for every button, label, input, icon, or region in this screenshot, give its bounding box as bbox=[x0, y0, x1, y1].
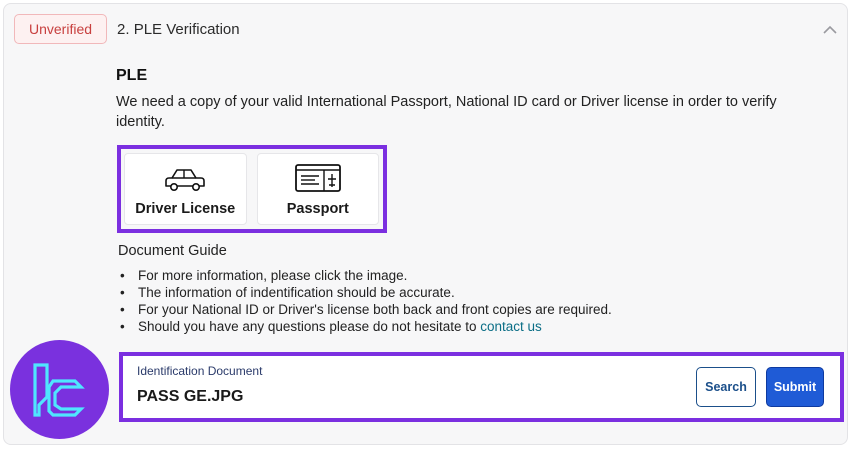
step-header[interactable]: Unverified 2. PLE Verification bbox=[14, 14, 844, 44]
passport-label: Passport bbox=[286, 201, 349, 217]
list-item: For more information, please click the i… bbox=[120, 267, 820, 284]
document-guide-title: Document Guide bbox=[118, 243, 227, 259]
submit-button[interactable]: Submit bbox=[766, 367, 824, 407]
contact-text: Should you have any questions please do … bbox=[138, 319, 481, 334]
list-item: Should you have any questions please do … bbox=[120, 318, 820, 335]
list-item: For your National ID or Driver's license… bbox=[120, 301, 820, 318]
chevron-up-icon[interactable] bbox=[820, 20, 840, 40]
document-guide-list: For more information, please click the i… bbox=[120, 267, 820, 335]
step-title: 2. PLE Verification bbox=[117, 20, 240, 38]
section-title: PLE bbox=[116, 67, 148, 84]
contact-us-link[interactable]: contact us bbox=[480, 319, 542, 334]
upload-file-name: PASS GE.JPG bbox=[137, 388, 244, 405]
identification-document-field[interactable]: Identification Document PASS GE.JPG Sear… bbox=[119, 352, 844, 422]
driver-license-option[interactable]: Driver License bbox=[124, 153, 247, 225]
brand-logo bbox=[10, 340, 109, 439]
section-description: We need a copy of your valid Internation… bbox=[116, 94, 777, 130]
car-icon bbox=[165, 169, 206, 191]
document-type-selector: Driver License Passport bbox=[117, 145, 387, 233]
driver-license-label: Driver License bbox=[135, 201, 236, 217]
verification-card: Unverified 2. PLE Verification PLE We ne… bbox=[3, 3, 848, 445]
passport-icon bbox=[294, 164, 341, 192]
upload-field-label: Identification Document bbox=[137, 364, 263, 378]
search-button[interactable]: Search bbox=[696, 367, 756, 407]
list-item: The information of indentification shoul… bbox=[120, 284, 820, 301]
status-badge: Unverified bbox=[14, 14, 108, 44]
passport-option[interactable]: Passport bbox=[256, 153, 379, 225]
brand-logo-mark bbox=[32, 362, 85, 417]
